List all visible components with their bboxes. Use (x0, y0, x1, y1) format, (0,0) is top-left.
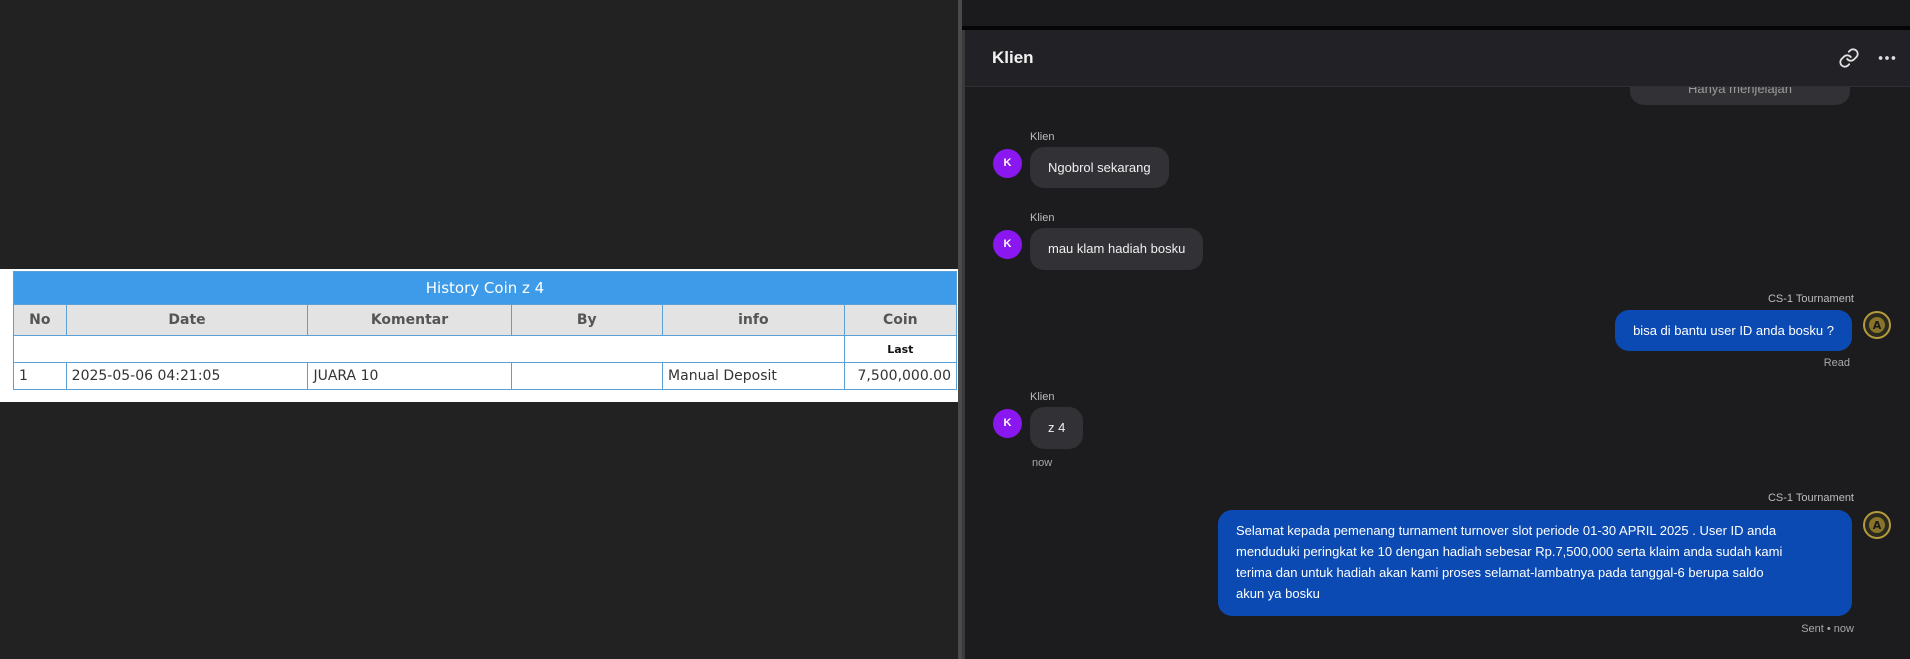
coin-last-label: Last (843, 335, 958, 363)
col-coin: Coin (843, 304, 958, 336)
message-text: bisa di bantu user ID anda bosku ? (1633, 323, 1834, 338)
col-no: No (13, 304, 67, 336)
sender-name: Klien (1030, 391, 1055, 403)
sender-name: CS-1 Tournament (1767, 492, 1854, 504)
message-line: Selamat kepada pemenang turnament turnov… (1236, 523, 1777, 538)
avatar: K (993, 149, 1022, 178)
history-title: History Coin z 4 (13, 271, 957, 305)
cell-komentar: JUARA 10 (307, 362, 512, 390)
sender-name: CS-1 Tournament (1767, 293, 1854, 305)
chat-title: Klien (992, 48, 1034, 67)
sent-status: Sent • now (1801, 623, 1854, 635)
agent-avatar-icon: A (1863, 511, 1891, 539)
chat-pane: Klien Hanya menjelajah Klien K Ngobrol s… (962, 0, 1910, 659)
message-list: Hanya menjelajah Klien K Ngobrol sekaran… (962, 87, 1910, 659)
cell-coin: 7,500,000.00 (843, 362, 958, 390)
cell-by (510, 362, 664, 390)
message-text: Ngobrol sekarang (1048, 160, 1151, 175)
svg-text:A: A (1873, 519, 1882, 532)
col-info: info (662, 304, 845, 336)
cell-date: 2025-05-06 04:21:05 (65, 362, 309, 390)
link-icon[interactable] (1838, 47, 1860, 69)
message-bubble-outgoing-partial: Hanya menjelajah (1630, 87, 1850, 105)
scrollbar[interactable] (962, 30, 965, 659)
table-row: 1 2025-05-06 04:21:05 JUARA 10 Manual De… (13, 362, 958, 390)
avatar: K (993, 230, 1022, 259)
svg-text:A: A (1873, 319, 1882, 332)
message-text: z 4 (1048, 420, 1066, 435)
message-line: terima dan untuk hadiah akan kami proses… (1236, 565, 1764, 580)
col-date: Date (65, 304, 309, 336)
top-strip (962, 0, 1910, 26)
cell-no: 1 (13, 362, 67, 390)
message-bubble-outgoing: bisa di bantu user ID anda bosku ? (1615, 310, 1852, 351)
message-bubble-incoming: Ngobrol sekarang (1030, 147, 1169, 188)
sender-name: Klien (1030, 212, 1055, 224)
message-bubble-outgoing: Selamat kepada pemenang turnament turnov… (1218, 510, 1852, 616)
more-horizontal-icon[interactable] (1876, 47, 1898, 69)
message-line: menduduki peringkat ke 10 dengan hadiah … (1236, 544, 1783, 559)
history-title-text: History Coin z 4 (425, 279, 545, 297)
cell-info: Manual Deposit (662, 362, 845, 390)
col-komentar: Komentar (307, 304, 512, 336)
read-status: Read (1823, 357, 1850, 369)
left-pane: History Coin z 4 No Date Komentar By inf… (0, 0, 958, 659)
col-by: By (510, 304, 664, 336)
sender-name: Klien (1030, 131, 1055, 143)
message-text: mau klam hadiah bosku (1048, 241, 1186, 256)
history-table: History Coin z 4 No Date Komentar By inf… (13, 271, 958, 390)
chat-header: Klien (962, 30, 1910, 87)
last-spacer (13, 335, 845, 363)
message-time: now (1032, 457, 1053, 469)
message-line: akun ya bosku (1236, 586, 1320, 601)
message-text: Hanya menjelajah (1687, 87, 1793, 96)
avatar: K (993, 409, 1022, 438)
message-bubble-incoming: z 4 (1030, 407, 1084, 449)
message-bubble-incoming: mau klam hadiah bosku (1030, 228, 1204, 270)
agent-avatar-icon: A (1863, 311, 1891, 339)
